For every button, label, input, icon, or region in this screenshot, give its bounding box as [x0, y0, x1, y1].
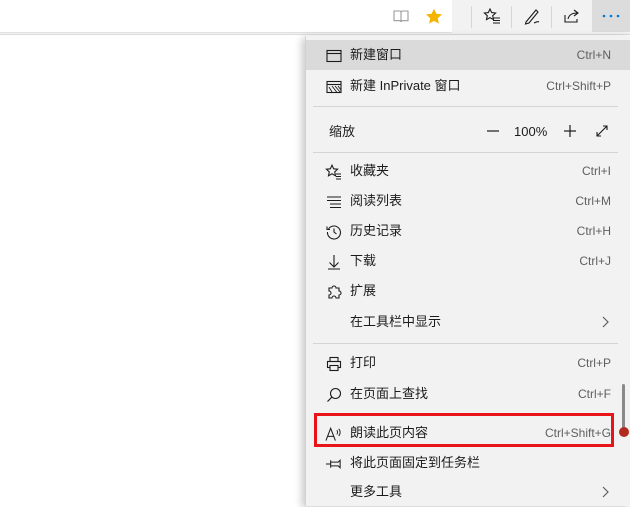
reading-list-icon	[325, 193, 342, 210]
inprivate-window-icon	[325, 78, 342, 95]
shortcut-label: Ctrl+F	[578, 387, 611, 401]
window-icon	[325, 47, 342, 64]
shortcut-label: Ctrl+I	[581, 164, 611, 178]
notes-pen-icon	[523, 7, 541, 25]
settings-menu: 新建窗口 Ctrl+N 新建 InPrivate 窗口 Ctrl+Shift+P…	[305, 36, 630, 506]
favorites-list-icon	[483, 8, 501, 24]
address-bar[interactable]	[0, 0, 452, 33]
reading-view-icon[interactable]	[390, 5, 412, 27]
zoom-value: 100%	[514, 124, 548, 139]
browser-toolbar	[0, 0, 630, 35]
menu-item-zoom: 缩放 100%	[306, 116, 630, 146]
menu-item-label: 阅读列表	[350, 193, 403, 208]
menu-item-label: 新建窗口	[350, 47, 403, 62]
menu-item-new-window[interactable]: 新建窗口 Ctrl+N	[306, 40, 630, 70]
menu-divider	[313, 343, 618, 344]
shortcut-label: Ctrl+J	[579, 254, 611, 268]
menu-item-reading-list[interactable]: 阅读列表 Ctrl+M	[306, 186, 630, 216]
menu-item-read-aloud[interactable]: 朗读此页内容 Ctrl+Shift+G	[306, 418, 630, 448]
menu-item-pin-taskbar[interactable]: 将此页面固定到任务栏	[306, 448, 630, 478]
menu-divider	[313, 106, 618, 107]
search-icon	[325, 386, 342, 403]
shortcut-label: Ctrl+Shift+P	[546, 79, 611, 93]
menu-item-label: 在页面上查找	[350, 386, 429, 401]
zoom-out-icon[interactable]	[484, 122, 502, 140]
shortcut-label: Ctrl+Shift+G	[544, 426, 611, 440]
printer-icon	[325, 355, 342, 372]
notes-button[interactable]	[513, 0, 551, 32]
menu-item-label: 扩展	[350, 283, 377, 298]
menu-scrollbar[interactable]	[622, 384, 625, 428]
pin-icon	[325, 455, 342, 472]
chevron-right-icon	[598, 485, 612, 499]
favorites-star-icon	[325, 163, 342, 180]
menu-item-label: 朗读此页内容	[350, 425, 429, 440]
menu-item-label: 更多工具	[350, 484, 403, 499]
share-button[interactable]	[553, 0, 591, 32]
shortcut-label: Ctrl+N	[576, 48, 611, 62]
menu-item-history[interactable]: 历史记录 Ctrl+H	[306, 216, 630, 246]
extensions-puzzle-icon	[325, 283, 342, 300]
zoom-in-icon[interactable]	[561, 122, 579, 140]
annotation-marker	[619, 427, 629, 437]
menu-item-label: 新建 InPrivate 窗口	[350, 78, 461, 93]
favorites-list-button[interactable]	[473, 0, 511, 32]
shortcut-label: Ctrl+H	[576, 224, 611, 238]
menu-item-label: 历史记录	[350, 223, 403, 238]
share-icon	[563, 8, 581, 24]
shortcut-label: Ctrl+P	[577, 356, 611, 370]
download-icon	[325, 253, 342, 270]
menu-item-downloads[interactable]: 下载 Ctrl+J	[306, 246, 630, 276]
favorite-star-icon[interactable]	[423, 5, 445, 27]
menu-item-label: 下载	[350, 253, 377, 268]
more-button[interactable]	[592, 0, 630, 32]
fullscreen-icon[interactable]	[593, 122, 611, 140]
history-clock-icon	[325, 223, 342, 240]
chevron-right-icon	[598, 315, 612, 329]
menu-item-extensions[interactable]: 扩展	[306, 276, 630, 306]
more-icon	[602, 14, 620, 18]
menu-item-label: 在工具栏中显示	[350, 314, 442, 329]
menu-item-new-inprivate[interactable]: 新建 InPrivate 窗口 Ctrl+Shift+P	[306, 71, 630, 101]
zoom-label: 缩放	[329, 124, 356, 139]
menu-item-more-tools[interactable]: 更多工具	[306, 477, 630, 507]
menu-item-label: 收藏夹	[350, 163, 390, 178]
menu-item-print[interactable]: 打印 Ctrl+P	[306, 348, 630, 378]
read-aloud-icon	[325, 425, 342, 442]
menu-divider	[313, 152, 618, 153]
shortcut-label: Ctrl+M	[575, 194, 611, 208]
menu-item-show-in-toolbar[interactable]: 在工具栏中显示	[306, 307, 630, 337]
menu-item-find[interactable]: 在页面上查找 Ctrl+F	[306, 379, 630, 409]
menu-item-label: 打印	[350, 355, 377, 370]
menu-item-label: 将此页面固定到任务栏	[350, 455, 481, 470]
menu-item-favorites[interactable]: 收藏夹 Ctrl+I	[306, 156, 630, 186]
